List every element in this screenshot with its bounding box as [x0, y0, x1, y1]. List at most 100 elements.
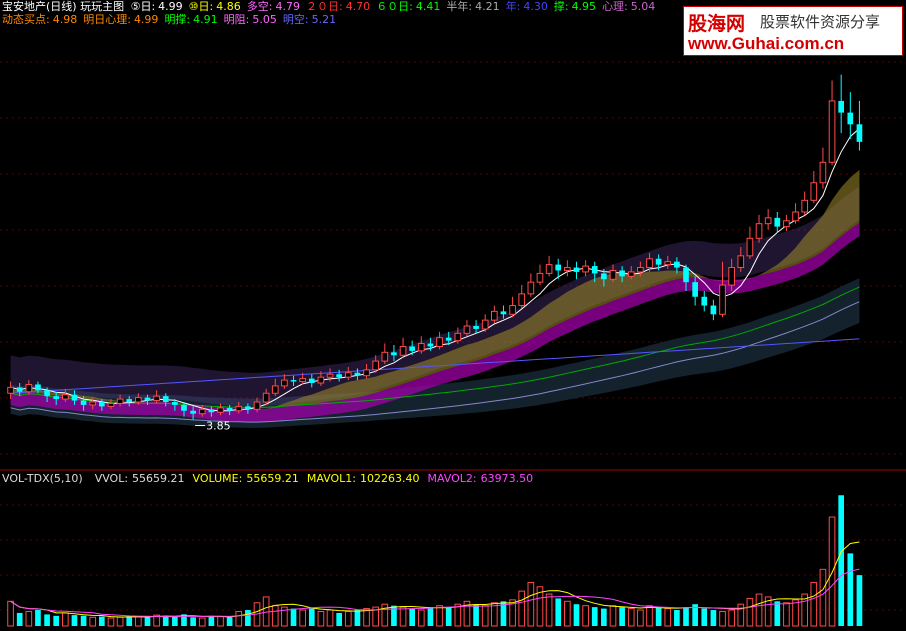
candle-body	[299, 378, 306, 383]
candle-body	[391, 352, 397, 356]
volume-bar	[445, 607, 452, 626]
volume-bar	[354, 610, 361, 626]
volume-bar	[381, 603, 389, 627]
volume-bar	[436, 605, 443, 627]
volume-bar	[619, 607, 625, 626]
volume-bar	[71, 615, 78, 626]
volume-bar	[655, 607, 662, 626]
vol-legend-3: MAVOL1: 102263.40	[307, 472, 424, 485]
candle-body	[35, 384, 41, 391]
candle-body	[591, 266, 598, 274]
candle-body	[99, 402, 105, 407]
candle-body	[810, 182, 818, 201]
candle-body	[609, 269, 617, 280]
volume-bar	[208, 615, 215, 626]
volume-bar	[336, 612, 342, 626]
candle-body	[847, 112, 854, 125]
candle-body	[819, 161, 827, 184]
candle-body	[637, 267, 644, 273]
candle-body	[564, 267, 571, 271]
candle-body	[208, 409, 215, 413]
volume-bar	[527, 581, 535, 627]
candle-body	[655, 258, 662, 265]
volume-bar	[719, 610, 726, 627]
candle-body	[627, 271, 635, 277]
volume-bar	[326, 609, 334, 627]
candle-body	[555, 264, 562, 271]
volume-bar	[564, 600, 571, 627]
candle-body	[16, 387, 23, 392]
candle-body	[80, 400, 87, 405]
candle-body	[308, 378, 315, 383]
volume-bar	[609, 605, 617, 627]
candle-body	[107, 402, 115, 407]
candle-body	[755, 223, 763, 239]
volume-bar	[226, 617, 233, 626]
volume-bar	[417, 609, 425, 627]
candle-body	[427, 343, 434, 347]
volume-bar	[80, 615, 87, 626]
vol-legend-label: VVOL:	[94, 472, 129, 485]
candle-body	[253, 401, 261, 410]
volume-bar	[217, 616, 224, 627]
candle-body	[326, 373, 334, 378]
price-volume-chart: 3.85	[0, 61, 906, 627]
vol-legend-value: 55659.21	[132, 472, 185, 485]
candle-body	[801, 199, 808, 213]
volume-bar	[481, 605, 489, 627]
candle-body	[235, 405, 243, 412]
candle-body	[536, 272, 544, 283]
candle-body	[226, 407, 233, 411]
volume-bar	[856, 575, 863, 626]
candle-body	[135, 397, 142, 403]
volume-bar	[683, 607, 689, 626]
volume-bar	[245, 610, 251, 626]
volume-bar	[16, 612, 23, 626]
volume-bar	[637, 609, 644, 627]
vol-legend-0: VOL-TDX(5,10)	[2, 472, 91, 485]
candle-body	[245, 406, 251, 410]
candle-body	[582, 265, 589, 273]
volume-bar	[135, 616, 142, 627]
candle-body	[317, 376, 325, 384]
volume-bar	[847, 553, 854, 626]
candle-body	[162, 396, 169, 402]
volume-bar	[53, 615, 60, 626]
candle-body	[181, 404, 187, 411]
volume-bar	[518, 590, 526, 627]
volume-bar	[198, 617, 206, 627]
guhai-logo[interactable]: 股海网 股票软件资源分享 www.Guhai.com.cn	[683, 6, 903, 56]
candle-body	[545, 264, 553, 274]
volume-bar	[308, 608, 315, 626]
candle-body	[719, 284, 726, 315]
candle-body	[172, 402, 178, 405]
volume-bar	[710, 610, 717, 626]
candle-body	[144, 397, 151, 401]
volume-bar	[290, 608, 297, 626]
volume-bar	[792, 599, 799, 627]
candle-body	[262, 392, 270, 403]
volume-bar	[235, 610, 243, 627]
volume-bar	[7, 600, 14, 627]
vol-legend-label: VOLUME:	[192, 472, 243, 485]
logo-main-text: 股海网	[688, 13, 746, 35]
volume-bar	[107, 617, 115, 627]
volume-bar	[35, 610, 41, 626]
logo-url: www.Guhai.com.cn	[688, 34, 845, 53]
candle-body	[116, 398, 124, 404]
vol-legend-value: 102263.40	[359, 472, 420, 485]
volume-bar	[646, 605, 653, 627]
candle-body	[445, 337, 452, 341]
volume-bar	[299, 609, 306, 627]
candle-body	[728, 267, 735, 286]
candle-body	[7, 386, 14, 394]
volume-bar	[44, 614, 50, 626]
candle-body	[783, 220, 790, 228]
volume-bar	[427, 607, 434, 626]
candle-body	[646, 258, 653, 269]
candle-body	[217, 407, 224, 413]
candle-body	[363, 369, 370, 377]
candle-body	[838, 100, 845, 113]
volume-bar	[25, 610, 33, 627]
volume-bar	[271, 605, 279, 627]
